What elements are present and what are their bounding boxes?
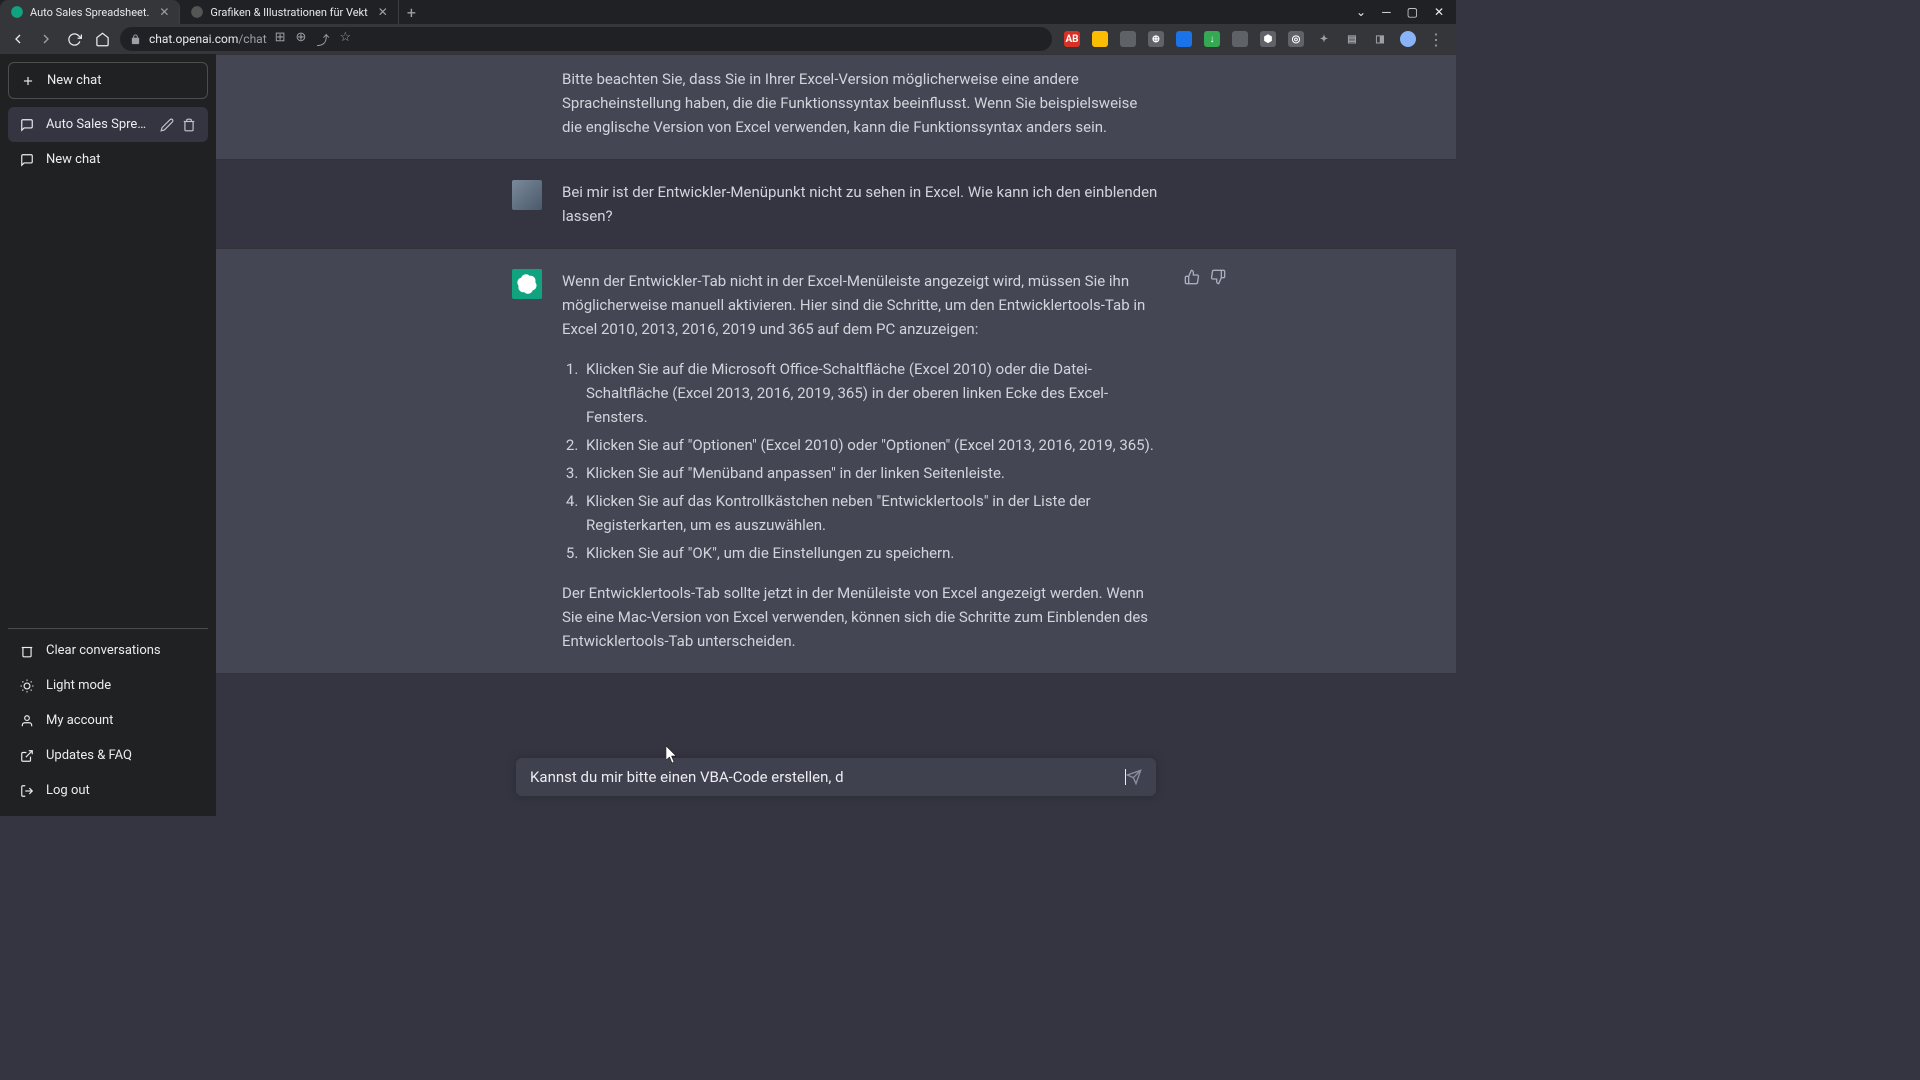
message-text: Wenn der Entwickler-Tab nicht in der Exc… [562, 269, 1160, 341]
logout-button[interactable]: Log out [8, 773, 208, 808]
sidebar-item-label: Log out [46, 783, 90, 798]
light-mode-button[interactable]: Light mode [8, 668, 208, 703]
new-chat-button[interactable]: New chat [8, 62, 208, 99]
message-list: Klicken Sie auf die Microsoft Office-Sch… [562, 357, 1160, 565]
send-button[interactable] [1126, 769, 1142, 785]
extension-icon[interactable] [1120, 31, 1136, 47]
user-icon [20, 714, 34, 728]
zoom-icon[interactable]: ⊕ [296, 30, 307, 49]
sidebar: New chat Auto Sales Spreadshee New chat [0, 54, 216, 816]
side-panel-icon[interactable]: ◨ [1372, 31, 1388, 47]
mouse-cursor-icon [666, 746, 678, 764]
user-message: Bei mir ist der Entwickler-Menüpunkt nic… [216, 160, 1456, 248]
kebab-menu-icon[interactable]: ⋮ [1428, 30, 1444, 49]
edit-icon[interactable] [160, 118, 174, 132]
close-icon[interactable]: ✕ [378, 5, 388, 19]
clear-conversations-button[interactable]: Clear conversations [8, 633, 208, 668]
extensions-menu-icon[interactable]: ✦ [1316, 31, 1332, 47]
message-text: Bitte beachten Sie, dass Sie in Ihrer Ex… [562, 67, 1160, 139]
back-button[interactable] [8, 29, 28, 49]
message-input[interactable]: Kannst du mir bitte einen VBA-Code erste… [516, 758, 1156, 796]
extension-icon[interactable]: ⬢ [1260, 31, 1276, 47]
list-item: Klicken Sie auf das Kontrollkästchen neb… [582, 489, 1160, 537]
thumbs-up-icon[interactable] [1184, 269, 1200, 285]
profile-avatar-icon[interactable] [1400, 31, 1416, 47]
sidebar-item-label: Light mode [46, 678, 111, 693]
extension-icon[interactable] [1176, 31, 1192, 47]
updates-faq-button[interactable]: Updates & FAQ [8, 738, 208, 773]
close-window-icon[interactable]: ✕ [1434, 5, 1444, 19]
extension-icon[interactable] [1092, 31, 1108, 47]
message-text: Der Entwicklertools-Tab sollte jetzt in … [562, 581, 1160, 653]
list-item: Klicken Sie auf "OK", um die Einstellung… [582, 541, 1160, 565]
extension-icon[interactable]: ↓ [1204, 31, 1220, 47]
tab-title: Grafiken & Illustrationen für Vekt [210, 6, 367, 19]
chevron-down-icon[interactable]: ⌄ [1356, 5, 1366, 19]
new-tab-button[interactable]: + [399, 3, 424, 22]
chat-icon [20, 153, 34, 167]
input-area: Kannst du mir bitte einen VBA-Code erste… [216, 742, 1456, 816]
my-account-button[interactable]: My account [8, 703, 208, 738]
external-link-icon [20, 749, 34, 763]
trash-icon[interactable] [182, 118, 196, 132]
sidebar-item-label: New chat [46, 152, 196, 167]
assistant-message: … Bitte beachten Sie, dass Sie in Ihrer … [216, 54, 1456, 160]
new-chat-label: New chat [47, 73, 101, 88]
extension-icon[interactable] [1232, 31, 1248, 47]
url-text: chat.openai.com/chat [149, 32, 267, 46]
user-avatar-icon [512, 180, 542, 210]
chat-favicon-icon [10, 5, 24, 19]
maximize-icon[interactable]: ▢ [1407, 5, 1418, 19]
tab-bar: Auto Sales Spreadsheet. ✕ Grafiken & Ill… [0, 0, 1456, 24]
sidebar-chat-item[interactable]: New chat [8, 142, 208, 177]
home-button[interactable] [92, 29, 112, 49]
close-icon[interactable]: ✕ [159, 5, 169, 19]
reading-list-icon[interactable]: ▤ [1344, 31, 1360, 47]
sidebar-item-label: Clear conversations [46, 643, 161, 658]
extensions-area: AB ⊕ ↓ ⬢ ◎ ✦ ▤ ◨ ⋮ [1060, 30, 1448, 49]
chat-main: … Bitte beachten Sie, dass Sie in Ihrer … [216, 54, 1456, 816]
bot-avatar-icon [512, 269, 542, 299]
trash-icon [20, 644, 34, 658]
minimize-icon[interactable]: ─ [1382, 5, 1391, 19]
message-text: Bei mir ist der Entwickler-Menüpunkt nic… [562, 180, 1160, 228]
browser-toolbar: chat.openai.com/chat ⊞ ⊕ ⤴ ☆ AB ⊕ ↓ ⬢ ◎ … [0, 24, 1456, 54]
list-item: Klicken Sie auf "Menüband anpassen" in d… [582, 461, 1160, 485]
bookmark-icon[interactable]: ☆ [339, 30, 351, 49]
sidebar-item-label: My account [46, 713, 113, 728]
browser-tab[interactable]: Grafiken & Illustrationen für Vekt ✕ [180, 0, 398, 24]
chat-icon [20, 118, 34, 132]
sun-icon [20, 679, 34, 693]
extension-icon[interactable]: ⊕ [1148, 31, 1164, 47]
sidebar-chat-item[interactable]: Auto Sales Spreadshee [8, 107, 208, 142]
lock-icon [130, 34, 141, 45]
extension-icon[interactable]: ◎ [1288, 31, 1304, 47]
logout-icon [20, 784, 34, 798]
sidebar-item-label: Auto Sales Spreadshee [46, 117, 148, 132]
sidebar-item-label: Updates & FAQ [46, 748, 132, 763]
input-text: Kannst du mir bitte einen VBA-Code erste… [530, 768, 1126, 786]
extension-icon[interactable]: AB [1064, 31, 1080, 47]
plus-icon [21, 74, 35, 88]
translate-icon[interactable]: ⊞ [275, 30, 286, 49]
address-bar[interactable]: chat.openai.com/chat ⊞ ⊕ ⤴ ☆ [120, 27, 1052, 51]
image-favicon-icon [190, 5, 204, 19]
tab-title: Auto Sales Spreadsheet. [30, 6, 149, 19]
list-item: Klicken Sie auf "Optionen" (Excel 2010) … [582, 433, 1160, 457]
list-item: Klicken Sie auf die Microsoft Office-Sch… [582, 357, 1160, 429]
assistant-message: Wenn der Entwickler-Tab nicht in der Exc… [216, 248, 1456, 674]
share-icon[interactable]: ⤴ [316, 30, 329, 49]
reload-button[interactable] [64, 29, 84, 49]
browser-tab-active[interactable]: Auto Sales Spreadsheet. ✕ [0, 0, 180, 24]
thumbs-down-icon[interactable] [1210, 269, 1226, 285]
forward-button[interactable] [36, 29, 56, 49]
